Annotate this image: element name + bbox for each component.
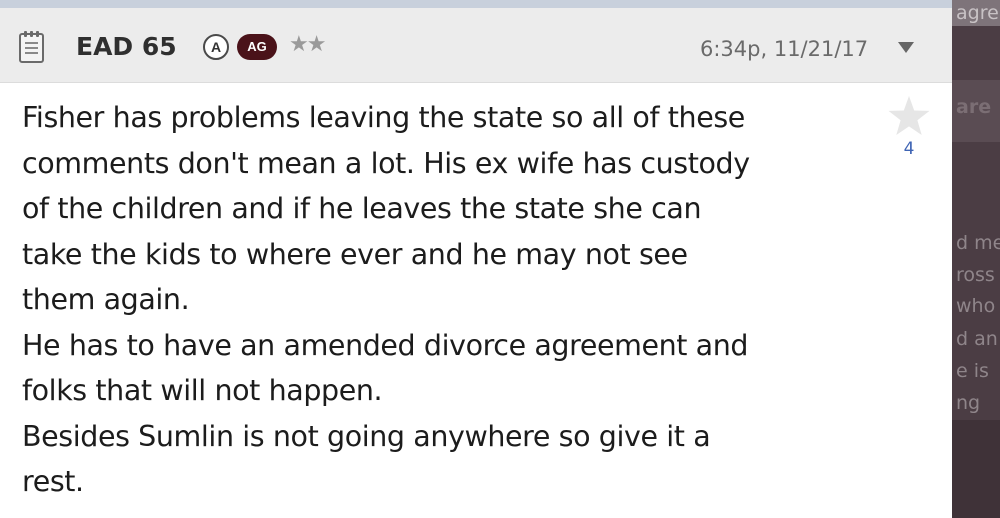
chevron-down-icon[interactable] bbox=[898, 42, 914, 53]
notepad-icon bbox=[19, 31, 44, 63]
post-body-line: Fisher has problems leaving the state so… bbox=[22, 101, 745, 134]
username-link[interactable]: EAD 65 bbox=[76, 32, 177, 61]
background-text: are bbox=[956, 96, 992, 118]
post-body-line: them again. bbox=[22, 283, 190, 316]
star-icon[interactable] bbox=[887, 95, 931, 137]
post-body: Fisher has problems leaving the state so… bbox=[22, 95, 872, 505]
background-text: d an bbox=[956, 328, 998, 350]
a-badge: A bbox=[203, 34, 229, 60]
post-timestamp[interactable]: 6:34p, 11/21/17 bbox=[700, 37, 868, 61]
background-text: d me bbox=[956, 232, 1000, 254]
post-header: EAD 65 A AG ★★ 6:34p, 11/21/17 bbox=[0, 8, 952, 83]
background-text: e is bbox=[956, 360, 989, 382]
rating-stars: ★★ bbox=[289, 32, 326, 57]
post-body-line: comments don't mean a lot. His ex wife h… bbox=[22, 146, 750, 180]
post-body-line: He has to have an amended divorce agreem… bbox=[22, 328, 749, 362]
post-body-line: folks that will not happen. bbox=[22, 374, 383, 407]
top-border bbox=[0, 0, 952, 8]
post-body-line: Besides Sumlin is not going anywhere so … bbox=[22, 419, 711, 453]
background-text: ng bbox=[956, 392, 981, 414]
ag-badge: AG bbox=[237, 34, 277, 60]
background-page: agre are d me ross who d an e is ng bbox=[952, 0, 1000, 518]
background-text: agre bbox=[956, 2, 999, 24]
background-text: who bbox=[956, 295, 996, 317]
post-body-line: rest. bbox=[22, 465, 84, 498]
post-body-line: take the kids to where ever and he may n… bbox=[22, 237, 688, 271]
post-body-line: of the children and if he leaves the sta… bbox=[22, 192, 702, 225]
like-count: 4 bbox=[903, 139, 915, 159]
background-text: ross bbox=[956, 264, 995, 286]
